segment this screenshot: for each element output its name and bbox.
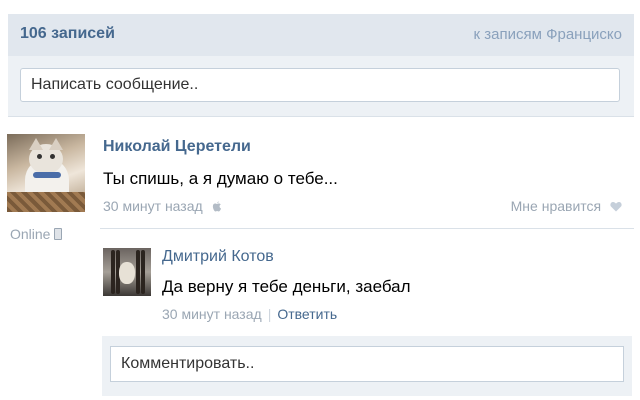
avatar-basket	[7, 192, 85, 212]
back-to-posts-link[interactable]: к записям Франциско	[474, 26, 622, 43]
avatar-cat-eye	[50, 154, 55, 159]
avatar-hair	[111, 250, 115, 294]
apple-icon	[212, 201, 221, 212]
avatar-cat-collar	[33, 172, 61, 178]
post-count: 106 записей	[20, 25, 115, 42]
post-author-link[interactable]: Николай Церетели	[103, 138, 251, 156]
message-input[interactable]: Написать сообщение..	[20, 68, 620, 102]
mobile-icon	[54, 228, 63, 240]
avatar-cat-ear	[29, 138, 43, 150]
like-button[interactable]: Мне нравится	[511, 198, 622, 214]
avatar-cat-eye	[37, 154, 42, 159]
post-text: Ты спишь, а я думаю о тебе...	[103, 169, 338, 188]
meta-separator: |	[267, 306, 272, 322]
avatar-hair	[136, 250, 140, 294]
avatar-cat-ear	[49, 138, 63, 150]
post-timestamp[interactable]: 30 минут назад	[103, 198, 222, 214]
avatar-hair	[141, 250, 145, 294]
wall-header: 106 записей к записям Франциско	[8, 14, 634, 56]
comment-author-link[interactable]: Дмитрий Котов	[162, 248, 274, 266]
heart-icon	[610, 201, 622, 212]
comment-input[interactable]: Комментировать..	[110, 346, 624, 382]
divider	[8, 116, 634, 117]
comment-avatar[interactable]	[103, 248, 151, 296]
divider	[100, 228, 634, 229]
avatar-face	[119, 262, 135, 284]
online-status: Online	[10, 226, 63, 242]
avatar[interactable]	[7, 134, 85, 212]
comment-text: Да верну я тебе деньги, заебал	[162, 277, 411, 296]
reply-link[interactable]: Ответить	[277, 306, 337, 322]
comment-composer: Комментировать..	[102, 336, 632, 396]
comment-timestamp[interactable]: 30 минут назад	[162, 306, 262, 322]
message-composer: Написать сообщение..	[8, 56, 634, 116]
online-status-label: Online	[10, 226, 51, 242]
like-label[interactable]: Мне нравится	[511, 198, 601, 214]
comments-section: Дмитрий Котов Да верну я тебе деньги, за…	[100, 228, 634, 396]
post-time-label[interactable]: 30 минут назад	[103, 198, 203, 214]
comment-meta: 30 минут назад | Ответить	[162, 306, 337, 322]
